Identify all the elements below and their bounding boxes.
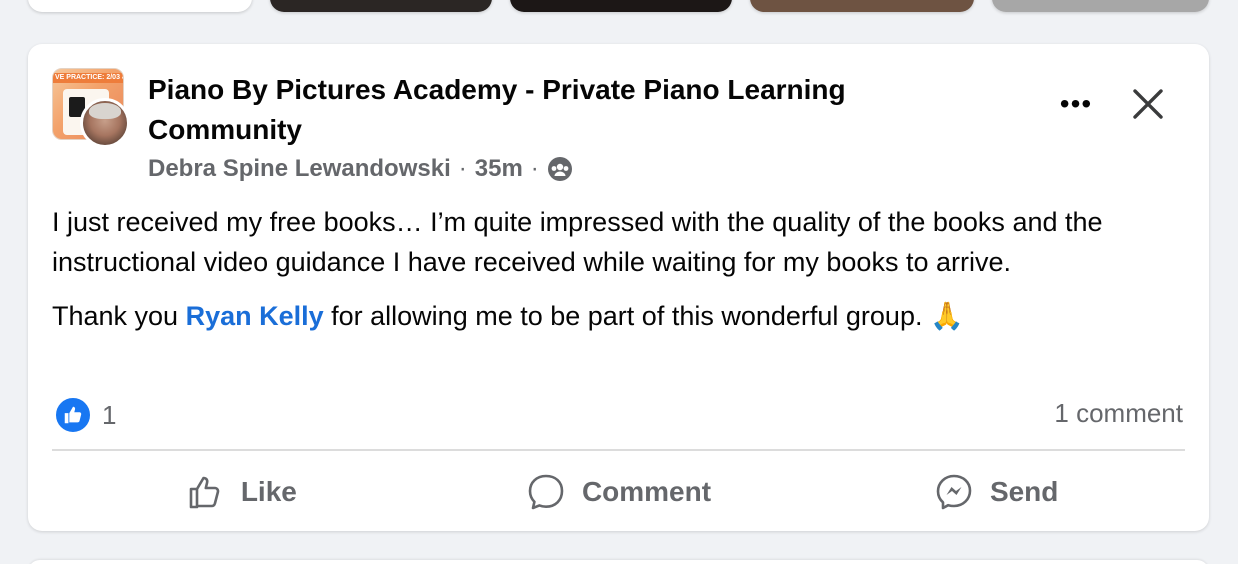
mention-link[interactable]: Ryan Kelly — [186, 301, 324, 331]
comment-count-link[interactable]: 1 comment — [1054, 398, 1183, 429]
thumbs-up-icon — [189, 476, 220, 509]
send-label: Send — [989, 476, 1059, 507]
post-meta: Debra Spine Lewandowski · 35m · — [148, 152, 573, 186]
post-card: VE PRACTICE: 2/03 & Piano By Pictures Ac… — [28, 44, 1209, 531]
group-avatar-banner: VE PRACTICE: 2/03 & — [53, 73, 123, 83]
stories-strip — [28, 0, 1210, 12]
story-card[interactable] — [750, 0, 974, 12]
meta-separator: · — [458, 155, 467, 182]
author-avatar[interactable] — [80, 98, 130, 148]
send-button[interactable]: Send — [807, 462, 1185, 522]
like-label: Like — [240, 476, 297, 507]
post-text: Thank you — [52, 301, 186, 331]
next-post-card — [28, 560, 1209, 564]
comment-label: Comment — [581, 476, 712, 507]
post-body: I just received my free books… I’m quite… — [52, 202, 1188, 336]
post-paragraph: I just received my free books… I’m quite… — [52, 207, 1103, 277]
story-card[interactable] — [510, 0, 732, 12]
close-icon — [1133, 89, 1163, 119]
post-actions: Like Comment Send — [52, 462, 1185, 522]
reactions-summary[interactable]: 1 — [54, 396, 116, 434]
group-name[interactable]: Piano By Pictures Academy - Private Pian… — [148, 70, 948, 150]
comment-button[interactable]: Comment — [430, 462, 808, 522]
reaction-count: 1 — [102, 399, 117, 430]
thumbs-up-icon — [64, 406, 82, 424]
story-card[interactable] — [992, 0, 1209, 12]
post-time[interactable]: 35m — [475, 152, 523, 186]
more-options-button[interactable]: ••• — [1046, 86, 1106, 122]
divider — [52, 449, 1185, 451]
post-text: for allowing me to be part of this wonde… — [323, 301, 964, 331]
like-button[interactable]: Like — [52, 462, 430, 522]
meta-separator: · — [530, 155, 539, 182]
story-card[interactable] — [28, 0, 252, 12]
author-name[interactable]: Debra Spine Lewandowski — [148, 152, 451, 186]
story-card[interactable] — [270, 0, 492, 12]
like-reaction-icon — [54, 396, 92, 434]
close-button[interactable] — [1124, 82, 1172, 126]
more-icon: ••• — [1059, 88, 1093, 119]
group-members-icon[interactable] — [547, 156, 573, 182]
messenger-icon — [936, 474, 972, 510]
post-paragraph: Thank you Ryan Kelly for allowing me to … — [52, 296, 1188, 336]
comment-icon — [528, 474, 564, 510]
